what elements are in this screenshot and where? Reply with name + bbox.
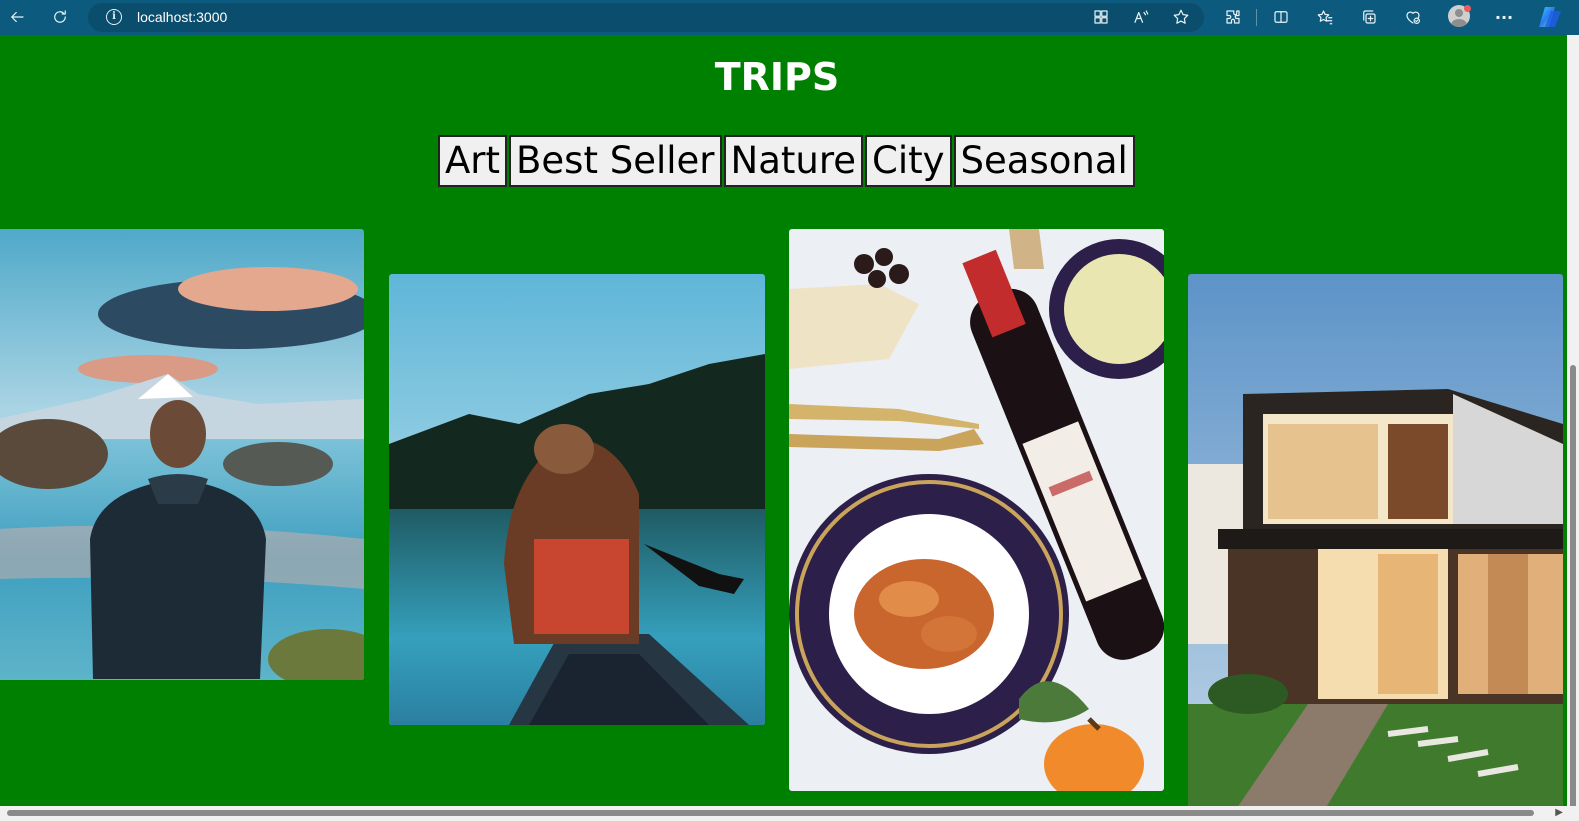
- info-icon[interactable]: i: [106, 9, 122, 25]
- trip-card-house[interactable]: [1188, 274, 1563, 821]
- address-bar[interactable]: i localhost:3000: [88, 3, 1204, 32]
- refresh-icon[interactable]: [48, 5, 72, 29]
- tab-seasonal[interactable]: Seasonal: [953, 135, 1135, 187]
- app-available-icon[interactable]: [1089, 5, 1113, 29]
- tab-best-seller[interactable]: Best Seller: [509, 135, 722, 187]
- category-tabs: Art Best Seller Nature City Seasonal: [438, 135, 1137, 187]
- modern-house-at-dusk-photo: [1188, 274, 1563, 821]
- favorites-icon[interactable]: [1313, 5, 1337, 29]
- woman-in-canoe-on-lake-photo: [389, 274, 765, 725]
- vertical-scrollbar[interactable]: [1567, 35, 1579, 815]
- tab-city[interactable]: City: [865, 135, 952, 187]
- more-menu-icon[interactable]: ···: [1492, 5, 1516, 29]
- back-arrow-icon[interactable]: [5, 5, 29, 29]
- favorite-star-icon[interactable]: [1169, 5, 1193, 29]
- horizontal-scrollbar[interactable]: ▶: [0, 806, 1579, 821]
- wine-and-pasta-table-photo: [789, 229, 1164, 791]
- extensions-icon[interactable]: [1221, 5, 1245, 29]
- horizontal-scrollbar-thumb[interactable]: [7, 810, 1534, 816]
- trip-card-mountain-lake[interactable]: [0, 229, 364, 680]
- profile-notification-dot: [1464, 5, 1471, 12]
- tab-art[interactable]: Art: [438, 135, 508, 187]
- browser-toolbar: i localhost:3000 ···: [0, 0, 1579, 35]
- page-title: TRIPS: [714, 55, 840, 99]
- vertical-scrollbar-thumb[interactable]: [1570, 365, 1576, 815]
- address-url[interactable]: localhost:3000: [137, 9, 227, 25]
- man-by-mountain-lake-photo: [0, 229, 364, 680]
- read-aloud-icon[interactable]: [1129, 5, 1153, 29]
- scroll-right-arrow-icon[interactable]: ▶: [1555, 807, 1563, 818]
- split-screen-icon[interactable]: [1269, 5, 1293, 29]
- collections-icon[interactable]: [1357, 5, 1381, 29]
- copilot-icon[interactable]: [1537, 5, 1563, 29]
- browser-essentials-icon[interactable]: [1401, 5, 1425, 29]
- tab-nature[interactable]: Nature: [723, 135, 863, 187]
- toolbar-separator: [1256, 9, 1257, 26]
- page-content: TRIPS Art Best Seller Nature City Season…: [0, 35, 1579, 821]
- trip-card-food[interactable]: [789, 229, 1164, 791]
- trip-card-canoe[interactable]: [389, 274, 765, 725]
